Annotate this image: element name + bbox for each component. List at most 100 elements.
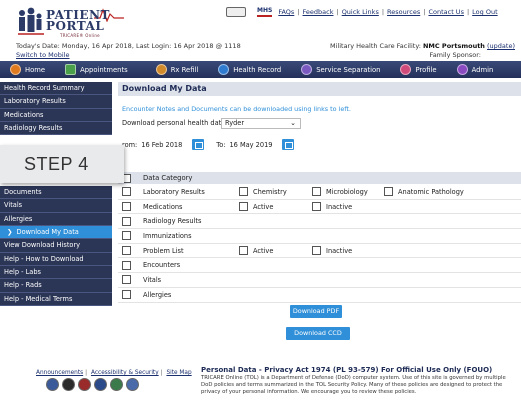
download-ccd-xml-button[interactable]: Download CCD (XML) (286, 327, 350, 350)
sidebar-item-radiology-results[interactable]: Radiology Results (0, 121, 112, 136)
download-for-select[interactable]: Ryder ⌄ (221, 118, 301, 129)
table-header: Data Category (118, 172, 521, 184)
from-label: rom: (122, 140, 138, 149)
category-label: Allergies (143, 290, 172, 299)
resources-link[interactable]: Resources (384, 8, 423, 16)
top-links: MHS FAQs | Feedback | Quick Links | Resourc… (226, 6, 501, 18)
checkbox[interactable] (239, 246, 248, 256)
sub-option-inactive[interactable]: Inactive (308, 202, 352, 212)
facility-name: NMC Portsmouth (422, 42, 485, 50)
sidebar-item-laboratory-results[interactable]: Laboratory Results (0, 95, 112, 109)
logo-word-tricare: TRICARE® Online (60, 33, 100, 38)
facility-update-link[interactable]: (update) (487, 42, 515, 50)
sidebar-item-help-rads[interactable]: Help - Rads (0, 279, 112, 293)
service-icon (301, 64, 313, 75)
sub-option-chemistry[interactable]: Chemistry (235, 187, 287, 197)
nav-home[interactable]: Home (0, 61, 55, 78)
checkbox[interactable] (384, 187, 393, 197)
sub-label: Microbiology (326, 187, 368, 196)
patient-portal-logo[interactable]: PATIENT PORTAL TRICARE® Online (16, 6, 126, 42)
utility-icon[interactable] (226, 7, 246, 17)
logo-word-portal: PORTAL (46, 19, 105, 33)
nav-label: Appointments (80, 65, 128, 74)
switch-to-mobile-link[interactable]: Switch to Mobile (16, 51, 69, 59)
seal-icon (46, 378, 59, 391)
log-out-link[interactable]: Log Out (469, 8, 500, 16)
family-sponsor: Family Sponsor: (429, 51, 481, 59)
quick-links-link[interactable]: Quick Links (339, 8, 382, 16)
feedback-link[interactable]: Feedback (300, 8, 337, 16)
service-seals (46, 378, 139, 391)
nav-admin[interactable]: Admin (447, 61, 504, 78)
sidebar-item-download-my-data[interactable]: ❯ Download My Data (0, 226, 112, 240)
nav-profile[interactable]: Profile (390, 61, 446, 78)
mhs-logo[interactable]: MHS (257, 7, 273, 17)
checkbox[interactable] (312, 202, 321, 212)
sub-label: Active (253, 202, 274, 211)
checkbox[interactable] (239, 202, 248, 212)
category-checkbox-laboratory-results[interactable] (122, 187, 131, 197)
category-checkbox-encounters[interactable] (122, 260, 131, 270)
category-checkbox-vitals[interactable] (122, 275, 131, 285)
nav-label: Health Record (233, 65, 282, 74)
sidebar-item-allergies[interactable]: Allergies (0, 212, 112, 227)
checkbox[interactable] (312, 187, 321, 197)
date-range: rom: 16 Feb 2018 To: 16 May 2019 (122, 139, 295, 150)
checkbox[interactable] (239, 187, 248, 197)
chevron-right-icon: ❯ (7, 228, 13, 237)
checkbox[interactable] (312, 246, 321, 256)
sidebar-item-medications[interactable]: Medications (0, 108, 112, 122)
category-checkbox-immunizations[interactable] (122, 231, 131, 241)
site-map-link[interactable]: Site Map (166, 370, 191, 376)
from-date[interactable]: 16 Feb 2018 (141, 141, 182, 149)
table-row: Vitals (118, 273, 521, 288)
accessibility-security-link[interactable]: Accessibility & Security (91, 370, 159, 376)
facility-info: Military Health Care Facility: NMC Ports… (330, 42, 515, 50)
nav-label: Home (25, 65, 46, 74)
sub-label: Active (253, 246, 274, 255)
nav-health-record[interactable]: Health Record (208, 61, 291, 78)
announcements-link[interactable]: Announcements (36, 370, 83, 376)
to-calendar-icon[interactable] (282, 139, 295, 150)
header: PATIENT PORTAL TRICARE® Online MHS FAQs |… (0, 0, 521, 60)
seal-icon (126, 378, 139, 391)
category-label: Medications (143, 202, 183, 211)
category-checkbox-problem-list[interactable] (122, 246, 131, 256)
category-label: Radiology Results (143, 217, 202, 226)
to-label: To: (216, 140, 226, 149)
column-header-data-category: Data Category (143, 174, 193, 182)
table-row: Allergies (118, 288, 521, 303)
sidebar-item-health-record-summary[interactable]: Health Record Summary (0, 82, 112, 96)
medical-cross-icon (218, 64, 230, 75)
sidebar-item-help-how-to-download[interactable]: Help - How to Download (0, 252, 112, 266)
sidebar-item-vitals[interactable]: Vitals (0, 199, 112, 213)
category-checkbox-radiology-results[interactable] (122, 216, 131, 226)
sidebar-item-view-download-history[interactable]: View Download History (0, 239, 112, 253)
sub-option-anatomic-pathology[interactable]: Anatomic Pathology (380, 187, 464, 197)
download-pdf-button[interactable]: Download PDF (290, 305, 342, 318)
sidebar-item-help-medical-terms[interactable]: Help - Medical Terms (0, 292, 112, 306)
category-checkbox-allergies[interactable] (122, 290, 131, 300)
chevron-down-icon: ⌄ (290, 119, 296, 127)
to-date[interactable]: 16 May 2019 (229, 141, 272, 149)
category-checkbox-medications[interactable] (122, 202, 131, 212)
sub-option-active[interactable]: Active (235, 202, 274, 212)
step-callout: STEP 4 (0, 145, 124, 183)
nav-appointments[interactable]: Appointments (55, 61, 138, 78)
sidebar-item-help-labs[interactable]: Help - Labs (0, 265, 112, 280)
nav-service-separation[interactable]: Service Separation (291, 61, 390, 78)
contact-us-link[interactable]: Contact Us (425, 8, 467, 16)
sidebar-item-label: Download My Data (16, 228, 79, 237)
from-calendar-icon[interactable] (192, 139, 205, 150)
calendar-icon (65, 64, 77, 75)
home-icon (10, 64, 21, 75)
nav-rx-refill[interactable]: Rx Refill (138, 61, 209, 78)
profile-icon (400, 64, 412, 75)
table-row: Problem List Active Inactive (118, 244, 521, 259)
faqs-link[interactable]: FAQs (275, 8, 297, 16)
sub-option-active[interactable]: Active (235, 246, 274, 256)
sub-option-inactive[interactable]: Inactive (308, 246, 352, 256)
table-row: Immunizations (118, 229, 521, 244)
sidebar-item-documents[interactable]: Documents (0, 186, 112, 200)
sub-option-microbiology[interactable]: Microbiology (308, 187, 368, 197)
